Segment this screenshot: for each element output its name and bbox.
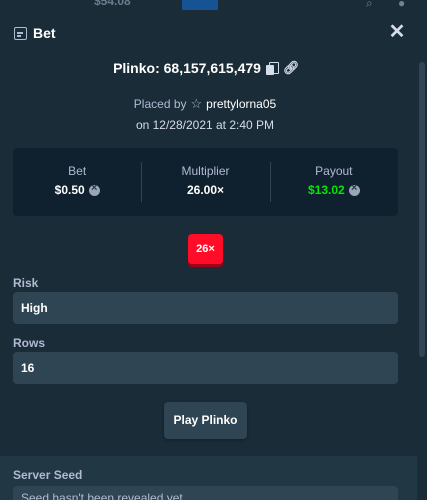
copy-icon[interactable] — [265, 61, 279, 75]
coin-icon — [348, 182, 360, 196]
bet-timestamp: on 12/28/2021 at 2:40 PM — [135, 118, 275, 132]
placed-by-label: Placed by — [133, 97, 187, 111]
link-icon[interactable]: 🔗︎ — [283, 61, 300, 75]
placed-by-line: Placed by ☆ prettylorna05 — [0, 96, 410, 112]
bet-label: Bet — [68, 164, 87, 178]
server-seed-section: Server Seed Seed hasn't been revealed ye… — [0, 456, 417, 500]
rows-label: Rows — [13, 336, 46, 350]
game-name: Plinko: 68,157,615,479 — [113, 60, 261, 76]
risk-field[interactable]: High — [13, 292, 398, 324]
payout-value: $13.02 — [307, 183, 345, 197]
close-icon[interactable]: ✕ — [388, 22, 406, 42]
game-id-line: Plinko: 68,157,615,479 🔗︎ — [0, 60, 410, 76]
server-seed-field[interactable]: Seed hasn't been revealed yet — [13, 486, 398, 500]
multiplier-value: 26.00× — [186, 183, 225, 197]
username-link[interactable]: prettylorna05 — [206, 97, 276, 111]
bet-value: $0.50 — [54, 183, 85, 197]
scrollbar-thumb[interactable] — [419, 62, 425, 357]
balance-display[interactable]: $54.08 — [94, 0, 131, 8]
payout-stat: Payout $13.02 — [269, 148, 398, 216]
multiplier-stat: Multiplier 26.00× — [141, 148, 269, 216]
play-plinko-button[interactable]: Play Plinko — [164, 402, 247, 439]
multiplier-value-row: 26.00× — [141, 183, 269, 197]
bet-modal: Bet ✕ Plinko: 68,157,615,479 🔗︎ Placed b… — [0, 10, 427, 500]
star-icon: ☆ — [190, 96, 203, 111]
payout-value-row: $13.02 — [270, 182, 398, 197]
wallet-button[interactable] — [182, 0, 218, 10]
modal-title: Bet — [33, 25, 56, 41]
top-bar: $54.08 ⌕ ● — [0, 0, 427, 10]
modal-header: Bet ✕ — [0, 10, 427, 56]
payout-label: Payout — [315, 164, 353, 178]
multiplier-label: Multiplier — [181, 164, 230, 178]
notifications-icon[interactable]: ● — [398, 0, 405, 10]
search-icon[interactable]: ⌕ — [366, 0, 373, 10]
result-multiplier-badge: 26× — [188, 234, 223, 264]
risk-label: Risk — [13, 276, 39, 290]
bet-stat: Bet $0.50 — [13, 148, 141, 216]
coin-icon — [88, 182, 100, 196]
bet-stats-panel: Bet $0.50 Multiplier 26.00× Payout $13.0… — [13, 148, 398, 216]
rows-field[interactable]: 16 — [13, 352, 398, 384]
bet-value-row: $0.50 — [13, 182, 141, 197]
server-seed-label: Server Seed — [13, 468, 83, 482]
ticket-icon — [14, 27, 27, 40]
